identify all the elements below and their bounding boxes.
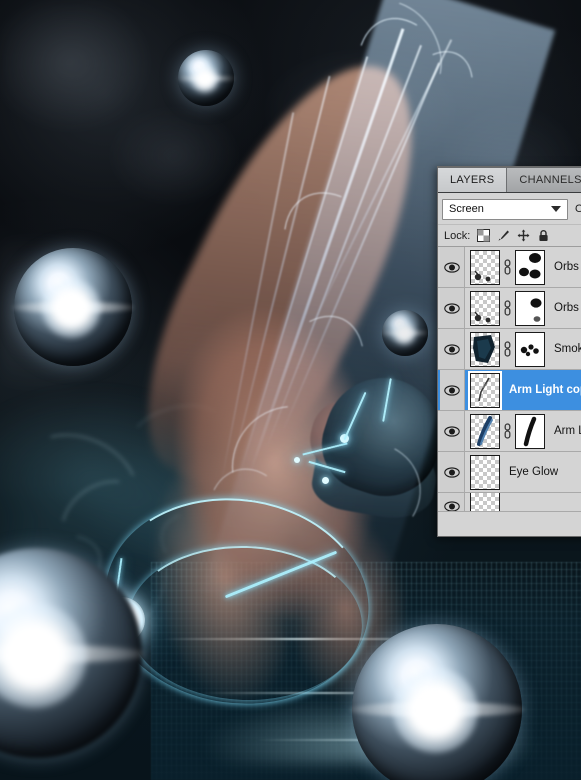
layer-thumbnail[interactable] [470,454,500,490]
transparency-checker [471,455,499,489]
table-row[interactable]: Arm Light [438,411,581,452]
tab-layers[interactable]: LAYERS [438,168,508,192]
lock-transparent-pixels-icon[interactable] [477,229,491,242]
chevron-down-icon[interactable] [551,205,561,212]
orb-highlight [42,278,102,338]
eye-icon[interactable] [444,261,460,273]
lock-position-icon[interactable] [517,229,530,242]
orb-highlight [393,321,417,345]
table-row[interactable]: Orbs [438,288,581,329]
layer-visibility-toggle[interactable] [440,288,465,328]
layer-visibility-toggle[interactable] [440,411,465,451]
tab-channels[interactable]: CHANNELS [507,168,581,192]
layer-name[interactable]: Arm Light copy 5 [500,384,581,396]
layer-mask-thumbnail[interactable] [515,249,545,285]
eye-icon[interactable] [444,384,460,396]
layer-thumbnail[interactable] [470,331,500,367]
layer-thumbnails[interactable] [465,493,500,511]
layer-thumbnail[interactable] [470,413,500,449]
layer-visibility-toggle[interactable] [440,452,465,492]
eye-icon[interactable] [444,425,460,437]
layer-link-icon[interactable] [503,422,512,440]
orb-bottom-right [348,624,526,780]
transparency-checker [471,493,499,511]
layer-visibility-toggle[interactable] [440,493,465,511]
lock-image-pixels-icon[interactable] [497,229,510,242]
opacity-label: Opacity: [575,203,581,215]
orb-highlight [191,64,220,93]
layer-list[interactable]: Orbs Copy [438,247,581,511]
layer-link-icon[interactable] [503,258,512,276]
layer-thumbnail[interactable] [470,290,500,326]
layer-thumbnail[interactable] [470,493,500,511]
eye-icon[interactable] [444,343,460,355]
layer-name[interactable]: Orbs [545,302,579,314]
orb-left-large [11,248,135,366]
layer-visibility-toggle[interactable] [440,370,465,410]
orb-highlight [392,668,478,754]
blend-mode-row[interactable]: Screen Opacity: [438,193,581,225]
layer-thumbnails[interactable] [465,370,502,410]
layer-thumbnails[interactable] [465,331,545,367]
layer-mask-thumbnail[interactable] [515,331,545,367]
layer-thumbnail[interactable] [468,370,502,410]
layer-mask-thumbnail[interactable] [515,290,545,326]
blend-mode-select[interactable]: Screen [442,198,568,220]
screenshot-root: LAYERS CHANNELS PATHS Screen Opacity: Lo… [0,0,581,780]
layer-visibility-toggle[interactable] [440,329,465,369]
layer-thumbnails[interactable] [465,413,545,449]
table-row[interactable]: Eye Glow [438,452,581,493]
eye-icon[interactable] [444,302,460,314]
lock-row[interactable]: Lock: [438,225,581,247]
table-row[interactable]: Smoke [438,329,581,370]
layer-thumbnails[interactable] [465,249,545,285]
layer-visibility-toggle[interactable] [440,247,465,287]
layer-name[interactable]: Orbs Copy [545,261,581,273]
layer-name[interactable]: Eye Glow [500,466,558,478]
panel-footer[interactable]: fx [438,511,581,536]
layer-link-icon[interactable] [503,340,512,358]
orb-top-right [176,50,236,106]
orb-mid-right-small [381,310,429,356]
layer-thumbnails[interactable] [465,454,500,490]
layer-mask-thumbnail[interactable] [515,413,545,449]
layer-name[interactable]: Smoke [545,343,581,355]
layer-thumbnail[interactable] [470,249,500,285]
panel-tab-bar[interactable]: LAYERS CHANNELS PATHS [438,167,581,193]
table-row-selected[interactable]: Arm Light copy 5 [438,370,581,411]
orb-highlight [0,602,88,708]
layers-panel[interactable]: LAYERS CHANNELS PATHS Screen Opacity: Lo… [437,166,581,537]
layer-thumbnails[interactable] [465,290,545,326]
eye-icon[interactable] [444,501,460,511]
layer-name[interactable]: Arm Light [545,425,581,437]
blend-mode-value: Screen [449,203,484,215]
table-row[interactable] [438,493,581,511]
lock-label: Lock: [444,229,471,242]
layer-link-icon[interactable] [503,299,512,317]
lock-all-icon[interactable] [537,229,550,242]
eye-icon[interactable] [444,466,460,478]
table-row[interactable]: Orbs Copy [438,247,581,288]
